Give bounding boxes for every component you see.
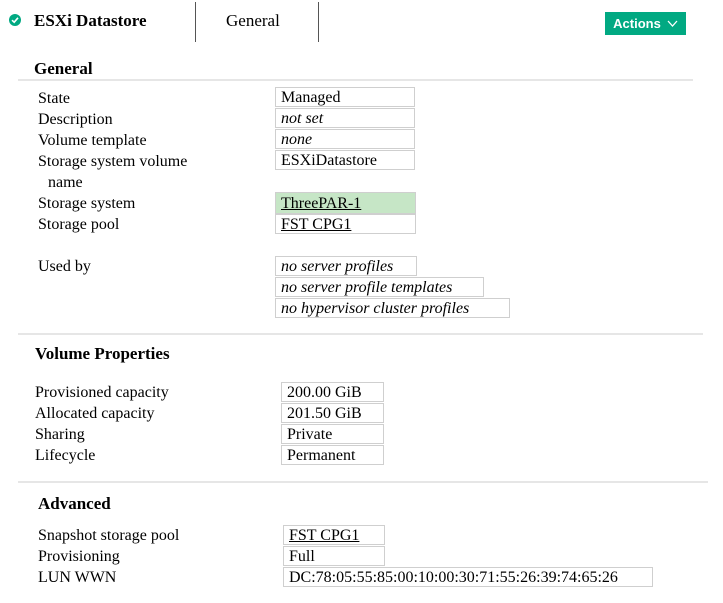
- section-divider: [18, 481, 708, 483]
- label-lun-wwn: LUN WWN: [38, 569, 117, 586]
- value-sharing: Private: [281, 424, 384, 444]
- label-provisioning: Provisioning: [38, 548, 120, 565]
- value-provisioning: Full: [283, 546, 385, 566]
- label-state: State: [38, 90, 70, 107]
- label-provisioned-capacity: Provisioned capacity: [35, 384, 169, 401]
- value-used-by-server-profile-templates: no server profile templates: [275, 277, 484, 297]
- label-allocated-capacity: Allocated capacity: [35, 405, 155, 422]
- page-title: ESXi Datastore: [34, 11, 147, 30]
- header-divider: [318, 2, 319, 42]
- label-storage-system-volume-name: name: [48, 174, 83, 191]
- label-description: Description: [38, 111, 113, 128]
- value-lifecycle: Permanent: [281, 445, 384, 465]
- status-ok-icon: [9, 14, 21, 26]
- actions-button[interactable]: Actions: [605, 12, 686, 35]
- value-storage-system-volume-name: ESXiDatastore: [275, 150, 415, 170]
- link-storage-pool[interactable]: FST CPG1: [275, 214, 416, 234]
- label-sharing: Sharing: [35, 426, 85, 443]
- value-volume-template: none: [275, 129, 415, 149]
- chevron-down-icon: [667, 20, 678, 27]
- section-title-advanced: Advanced: [38, 494, 111, 513]
- section-title-volume-properties: Volume Properties: [35, 344, 170, 363]
- label-used-by: Used by: [38, 258, 91, 275]
- link-snapshot-storage-pool[interactable]: FST CPG1: [283, 525, 385, 545]
- label-snapshot-storage-pool: Snapshot storage pool: [38, 527, 180, 544]
- value-provisioned-capacity: 200.00 GiB: [281, 382, 384, 402]
- label-storage-system-volume: Storage system volume: [38, 153, 188, 170]
- section-divider: [18, 333, 703, 335]
- label-storage-pool: Storage pool: [38, 216, 120, 233]
- value-description: not set: [275, 108, 415, 128]
- view-selector-general[interactable]: General: [226, 11, 280, 31]
- value-used-by-hypervisor-cluster-profiles: no hypervisor cluster profiles: [275, 298, 510, 318]
- value-used-by-server-profiles: no server profiles: [275, 256, 417, 276]
- section-divider: [18, 79, 693, 81]
- label-volume-template: Volume template: [38, 132, 147, 149]
- label-lifecycle: Lifecycle: [35, 447, 96, 464]
- value-lun-wwn: DC:78:05:55:85:00:10:00:30:71:55:26:39:7…: [283, 567, 653, 587]
- link-storage-system[interactable]: ThreePAR-1: [275, 192, 416, 214]
- label-storage-system: Storage system: [38, 195, 136, 212]
- value-allocated-capacity: 201.50 GiB: [281, 403, 384, 423]
- value-state: Managed: [275, 87, 415, 107]
- header-divider: [195, 2, 196, 42]
- actions-label: Actions: [613, 16, 661, 31]
- section-title-general: General: [34, 59, 93, 78]
